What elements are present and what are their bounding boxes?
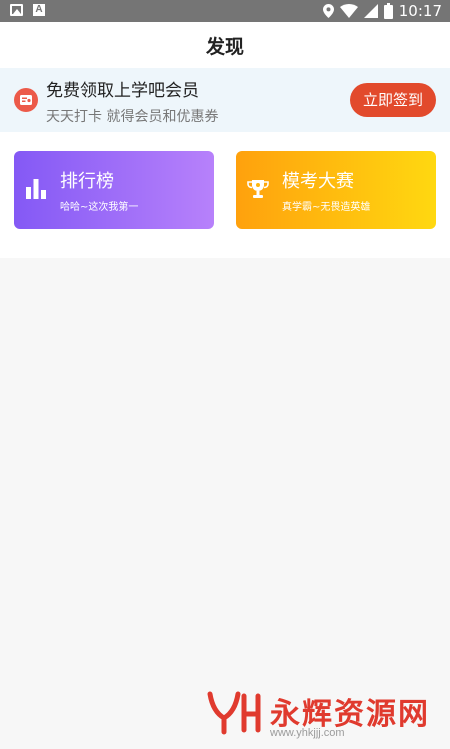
card-title: 排行榜 xyxy=(60,171,114,192)
trophy-icon xyxy=(247,180,269,198)
banner-title: 免费领取上学吧会员 xyxy=(46,81,199,101)
battery-icon xyxy=(383,3,393,19)
sign-in-button[interactable]: 立即签到 xyxy=(350,83,436,117)
watermark-logo xyxy=(207,691,261,735)
card-subtitle: 真学霸~无畏造英雄 xyxy=(282,202,371,213)
location-icon xyxy=(322,4,334,18)
coupon-icon xyxy=(14,88,38,112)
card-title: 模考大赛 xyxy=(282,171,354,192)
page-title: 发现 xyxy=(205,36,244,58)
bar-chart-icon xyxy=(26,179,46,199)
card-subtitle: 哈哈~这次我第一 xyxy=(60,202,139,213)
text-a-icon: A xyxy=(33,4,45,16)
status-bar: A 10:17 xyxy=(0,0,450,22)
image-icon xyxy=(10,4,23,16)
signal-icon xyxy=(363,4,378,18)
status-time: 10:17 xyxy=(398,2,442,20)
watermark-url: www.yhkjjj.com xyxy=(270,727,345,739)
banner-subtitle: 天天打卡 就得会员和优惠券 xyxy=(46,109,219,125)
ranking-card[interactable]: 排行榜 哈哈~这次我第一 xyxy=(14,151,214,229)
app-header: 发现 xyxy=(0,22,450,68)
wifi-icon xyxy=(339,4,358,18)
mock-exam-card[interactable]: 模考大赛 真学霸~无畏造英雄 xyxy=(236,151,436,229)
